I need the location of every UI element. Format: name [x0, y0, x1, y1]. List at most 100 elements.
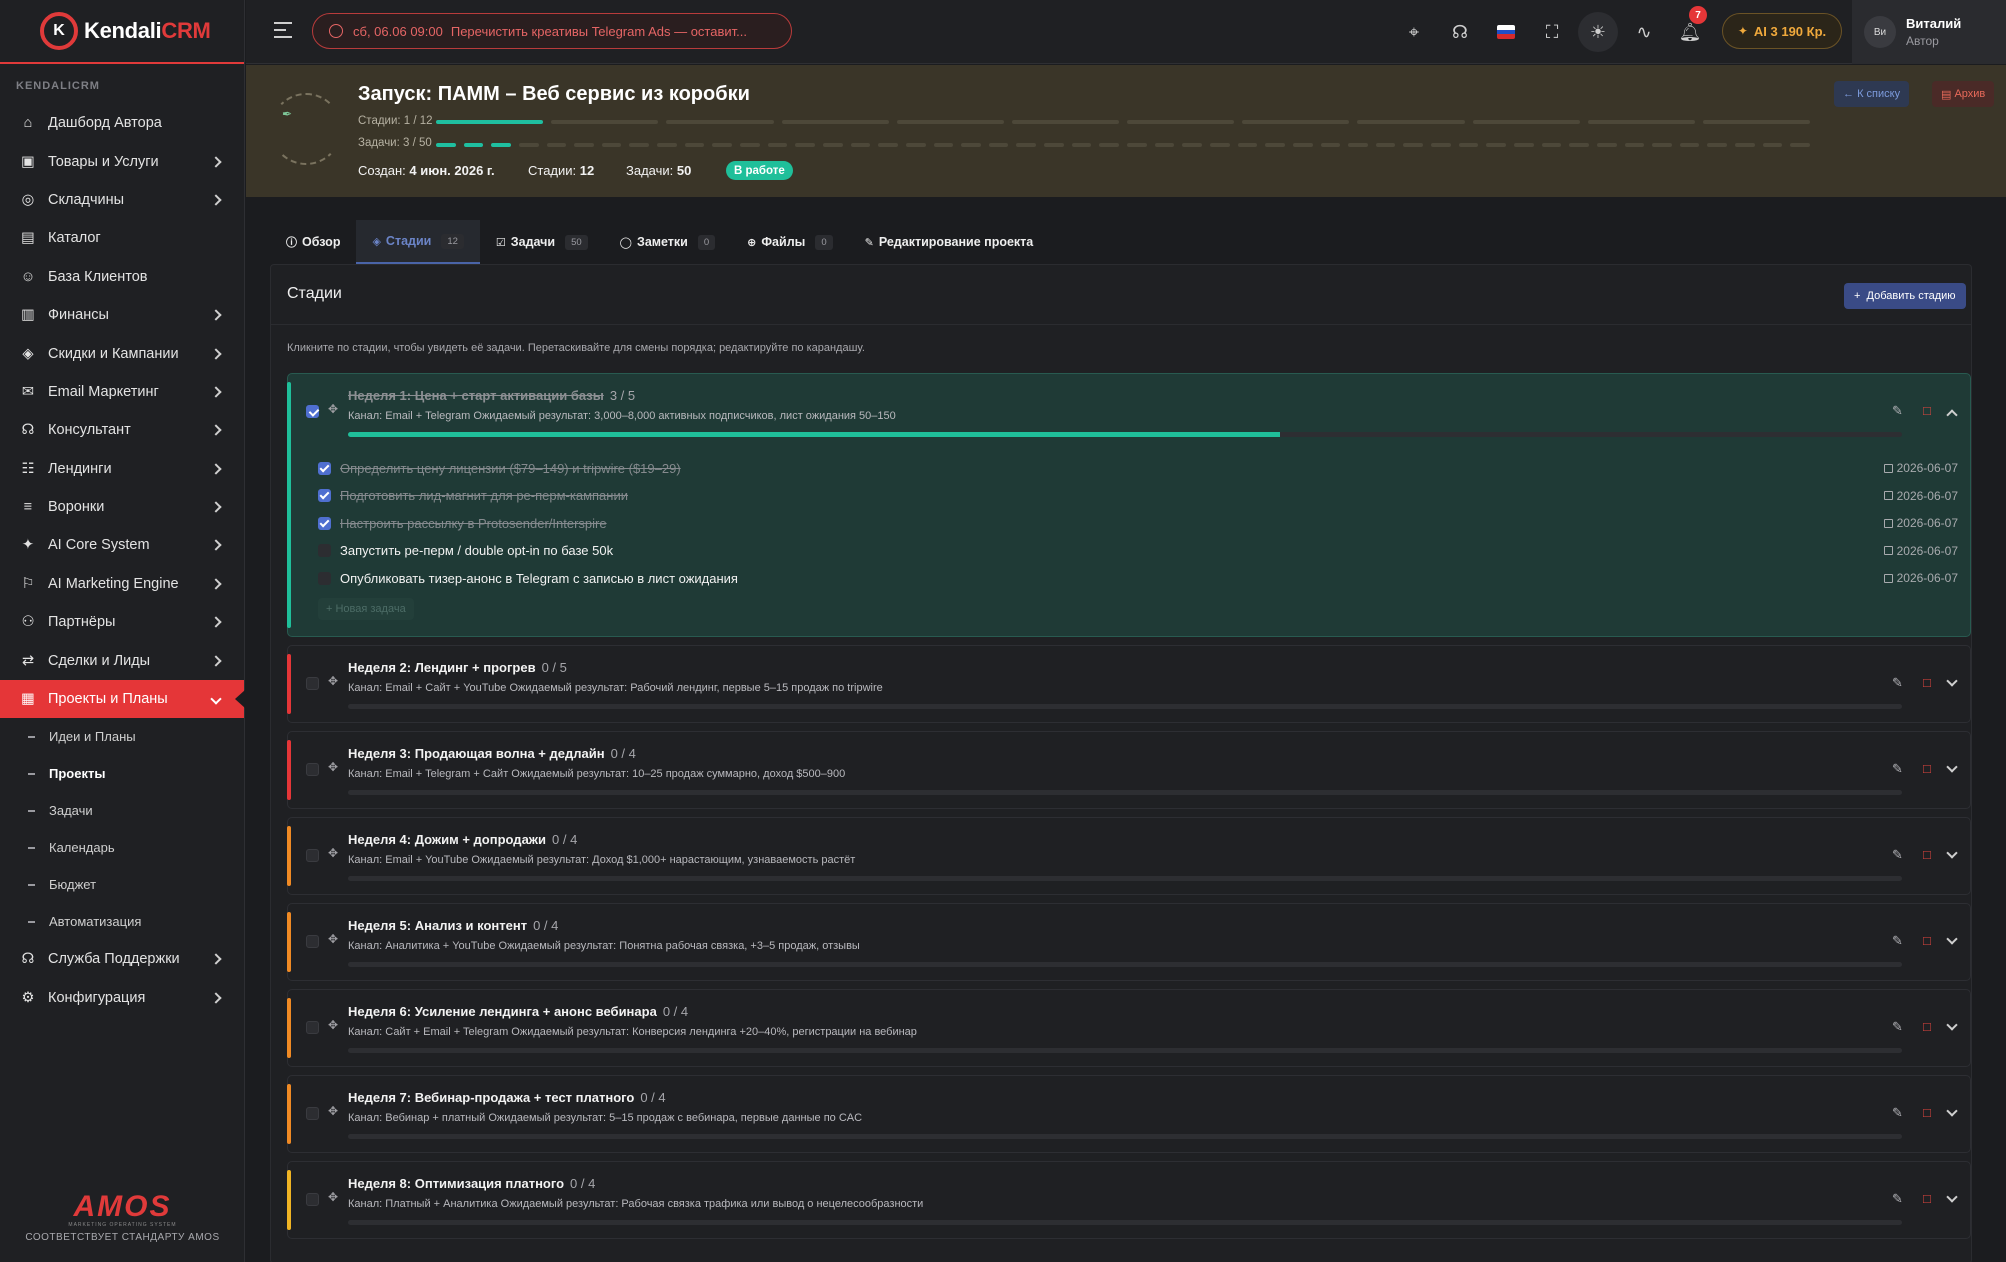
drag-handle-icon[interactable]: ✥ [328, 1018, 338, 1032]
sidebar-item-archive[interactable]: ▤ Каталог [0, 219, 244, 257]
sidebar-subitem[interactable]: Проекты [0, 755, 244, 792]
edit-stage-icon[interactable]: ✎ [1892, 1019, 1903, 1035]
sidebar-item-projects[interactable]: ▦ Проекты и Планы [0, 679, 245, 719]
user-menu[interactable]: Ви Виталий Автор [1852, 0, 2006, 64]
theme-toggle-icon[interactable]: ☀ [1578, 12, 1618, 52]
drag-handle-icon[interactable]: ✥ [328, 674, 338, 688]
drag-handle-icon[interactable]: ✥ [328, 402, 338, 416]
chevron-down-icon[interactable] [1946, 933, 1958, 945]
tab-5[interactable]: ✎ Редактирование проекта [849, 220, 1050, 264]
edit-stage-icon[interactable]: ✎ [1892, 403, 1903, 419]
delete-stage-icon[interactable]: □ [1923, 1105, 1931, 1120]
sidebar-item-box[interactable]: ▣ Товары и Услуги [0, 142, 244, 180]
delete-stage-icon[interactable]: □ [1923, 933, 1931, 948]
edit-stage-icon[interactable]: ✎ [1892, 847, 1903, 863]
delete-stage-icon[interactable]: □ [1923, 675, 1931, 690]
back-to-list-button[interactable]: ← К списку [1834, 81, 1910, 107]
fullscreen-icon[interactable]: ⛶ [1538, 18, 1566, 46]
sidebar-item-headset[interactable]: ☊ Консультант [0, 411, 244, 449]
delete-stage-icon[interactable]: □ [1923, 403, 1931, 418]
edit-stage-icon[interactable]: ✎ [1892, 1191, 1903, 1207]
sidebar-subitem[interactable]: Автоматизация [0, 903, 244, 940]
delete-stage-icon[interactable]: □ [1923, 761, 1931, 776]
reminder-banner[interactable]: сб, 06.06 09:00 Перечистить креативы Tel… [312, 13, 792, 49]
language-flag-icon[interactable] [1492, 18, 1520, 46]
tab-4[interactable]: ⊕ Файлы 0 [731, 220, 848, 264]
tab-1[interactable]: ◈ Стадии 12 [356, 220, 480, 264]
drag-handle-icon[interactable]: ✥ [328, 760, 338, 774]
task-checkbox[interactable] [318, 461, 331, 475]
activity-icon[interactable]: ∿ [1630, 18, 1658, 46]
sidebar-item-wallet[interactable]: ▥ Финансы [0, 296, 244, 334]
chevron-down-icon[interactable] [1946, 1019, 1958, 1031]
stage-card[interactable]: ✥ Неделя 5: Анализ и контент 0 / 4 Канал: А… [287, 903, 1971, 981]
stage-checkbox[interactable] [306, 1021, 319, 1034]
chevron-down-icon[interactable] [1946, 675, 1958, 687]
stage-checkbox[interactable] [306, 1107, 319, 1120]
stage-checkbox[interactable] [306, 935, 319, 948]
tab-0[interactable]: ⓘ Обзор [270, 220, 356, 264]
delete-stage-icon[interactable]: □ [1923, 1191, 1931, 1206]
sidebar-item-gear[interactable]: ⚙ Конфигурация [0, 979, 244, 1017]
sidebar-item-handshake[interactable]: ⇄ Сделки и Лиды [0, 641, 244, 679]
drag-handle-icon[interactable]: ✥ [328, 932, 338, 946]
sidebar-item-mail[interactable]: ✉ Email Маркетинг [0, 373, 244, 411]
task-row[interactable]: Запустить ре-перм / double opt-in по баз… [318, 542, 1958, 560]
task-checkbox[interactable] [318, 544, 331, 557]
sidebar-item-user[interactable]: ☺ База Клиентов [0, 258, 244, 296]
stage-checkbox[interactable] [306, 849, 319, 862]
delete-stage-icon[interactable]: □ [1923, 847, 1931, 862]
task-row[interactable]: Опубликовать тизер-анонс в Telegram с за… [318, 569, 1958, 587]
sidebar-subitem[interactable]: Бюджет [0, 866, 244, 903]
sidebar-item-headset[interactable]: ☊ Служба Поддержки [0, 940, 244, 978]
task-checkbox[interactable] [318, 516, 331, 530]
menu-toggle-icon[interactable] [274, 22, 292, 43]
stage-checkbox[interactable] [306, 763, 319, 776]
delete-stage-icon[interactable]: □ [1923, 1019, 1931, 1034]
headset-icon[interactable]: ☊ [1446, 18, 1474, 46]
drag-handle-icon[interactable]: ✥ [328, 846, 338, 860]
stage-card[interactable]: ✥ Неделя 8: Оптимизация платного 0 / 4 Кана… [287, 1161, 1971, 1239]
task-checkbox[interactable] [318, 571, 331, 585]
edit-stage-icon[interactable]: ✎ [1892, 1105, 1903, 1121]
archive-button[interactable]: ▤ Архив [1932, 81, 1995, 107]
sidebar-item-bell[interactable]: ⚐ AI Marketing Engine [0, 565, 244, 603]
chevron-up-icon[interactable] [1946, 409, 1958, 421]
sidebar-item-sparkle[interactable]: ✦ AI Core System [0, 526, 244, 564]
ai-credits-button[interactable]: ✦ AI 3 190 Кр. [1722, 13, 1842, 49]
drag-handle-icon[interactable]: ✥ [328, 1190, 338, 1204]
task-row[interactable]: Настроить рассылку в Protosender/Intersp… [318, 514, 1958, 532]
sidebar-item-page[interactable]: ☷ Лендинги [0, 450, 244, 488]
chevron-down-icon[interactable] [1946, 761, 1958, 773]
new-task-button[interactable]: + Новая задача [318, 598, 414, 620]
task-checkbox[interactable] [318, 489, 331, 502]
stage-card[interactable]: ✥ Неделя 3: Продающая волна + дедлайн 0 / … [287, 731, 1971, 809]
chevron-down-icon[interactable] [1946, 847, 1958, 859]
sidebar-item-globe[interactable]: ◎ Складчины [0, 181, 244, 219]
add-stage-button[interactable]: + Добавить стадию [1844, 283, 1966, 309]
sidebar-subitem[interactable]: Идеи и Планы [0, 718, 244, 755]
sidebar-subitem[interactable]: Задачи [0, 792, 244, 829]
edit-stage-icon[interactable]: ✎ [1892, 761, 1903, 777]
stage-card[interactable]: ✥ Неделя 1: Цена + старт активации базы 3 … [287, 373, 1971, 637]
stage-card[interactable]: ✥ Неделя 4: Дожим + допродажи 0 / 4 Канал: … [287, 817, 1971, 895]
task-row[interactable]: Подготовить лид-магнит для ре-перм-кампа… [318, 487, 1958, 505]
brand-logo[interactable]: K KendaliCRM [0, 0, 244, 64]
chevron-down-icon[interactable] [1946, 1191, 1958, 1203]
tab-3[interactable]: ◯ Заметки 0 [604, 220, 732, 264]
edit-stage-icon[interactable]: ✎ [1892, 933, 1903, 949]
sidebar-item-home[interactable]: ⌂ Дашборд Автора [0, 104, 244, 142]
sidebar-item-tag[interactable]: ◈ Скидки и Кампании [0, 334, 244, 372]
stage-checkbox[interactable] [306, 677, 319, 690]
stage-card[interactable]: ✥ Неделя 2: Лендинг + прогрев 0 / 5 Канал: … [287, 645, 1971, 723]
stage-checkbox[interactable] [306, 1193, 319, 1206]
edit-stage-icon[interactable]: ✎ [1892, 675, 1903, 691]
sidebar-subitem[interactable]: Календарь [0, 829, 244, 866]
chevron-down-icon[interactable] [1946, 1105, 1958, 1117]
stage-card[interactable]: ✥ Неделя 7: Вебинар-продажа + тест платно… [287, 1075, 1971, 1153]
location-icon[interactable]: ⌖ [1400, 18, 1428, 46]
sidebar-item-people[interactable]: ⚇ Партнёры [0, 603, 244, 641]
drag-handle-icon[interactable]: ✥ [328, 1104, 338, 1118]
task-row[interactable]: Определить цену лицензии ($79–149) и tri… [318, 459, 1958, 477]
stage-checkbox[interactable] [306, 405, 319, 418]
